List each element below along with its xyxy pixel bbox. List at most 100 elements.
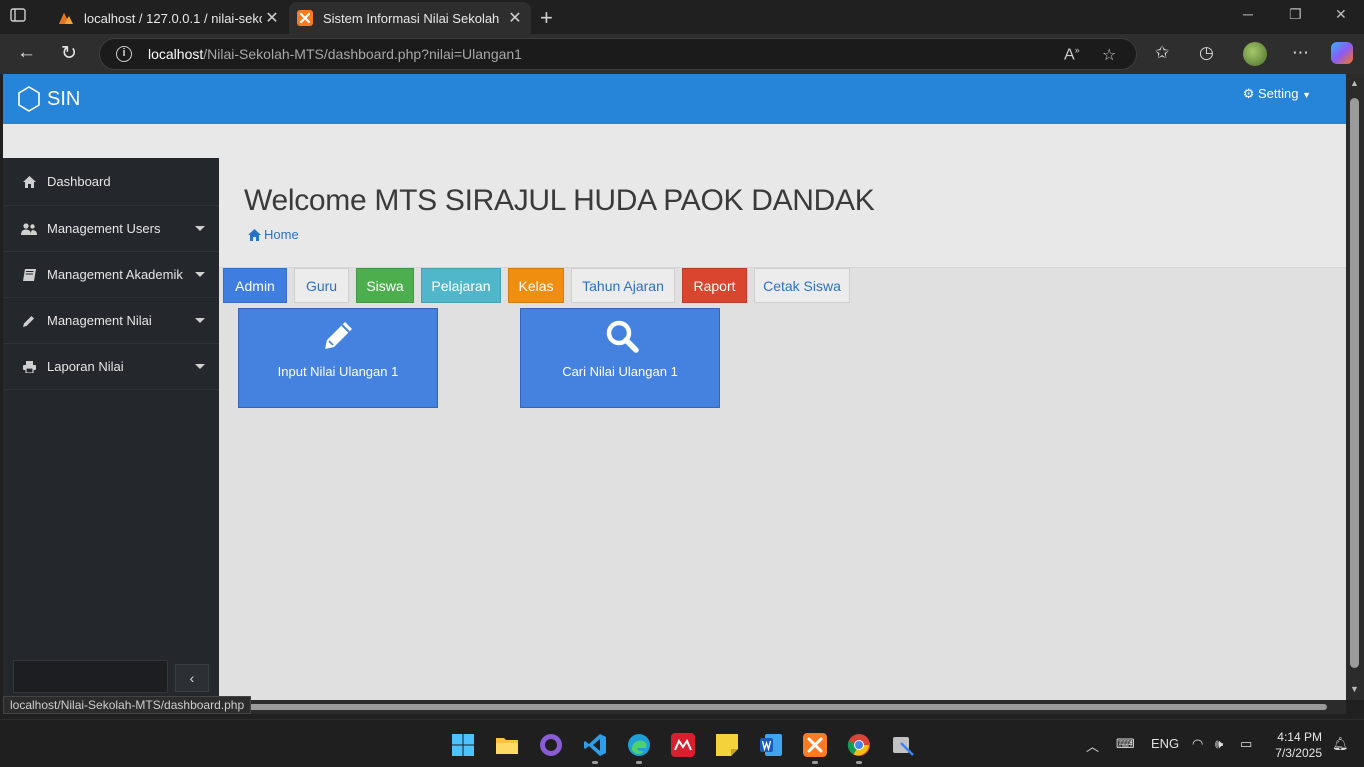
sidebar-item-label: Dashboard bbox=[47, 174, 111, 189]
battery-icon[interactable]: ▭ bbox=[1240, 736, 1252, 752]
favorites-icon[interactable]: ✩ bbox=[1155, 43, 1169, 63]
windows-start-icon[interactable] bbox=[451, 733, 475, 757]
favorite-star-icon[interactable]: ☆ bbox=[1102, 45, 1116, 65]
sub-header-strip bbox=[3, 124, 1346, 158]
sticky-notes-icon[interactable] bbox=[715, 733, 739, 757]
caret-down-icon bbox=[195, 364, 205, 369]
xampp-favicon-icon bbox=[297, 10, 313, 26]
phpmyadmin-favicon-icon bbox=[59, 13, 73, 24]
address-url[interactable]: localhost/Nilai-Sekolah-MTS/dashboard.ph… bbox=[148, 46, 522, 62]
input-language[interactable]: ENG bbox=[1151, 736, 1179, 751]
notification-bell-icon[interactable]: 🔔︎ bbox=[1332, 736, 1349, 752]
kelas-button[interactable]: Kelas bbox=[508, 268, 564, 303]
sidebar-item-dashboard[interactable]: Dashboard bbox=[3, 158, 219, 206]
tab-actions-icon[interactable] bbox=[10, 8, 36, 28]
breadcrumb-home[interactable]: Home bbox=[264, 227, 299, 242]
back-icon[interactable]: ← bbox=[17, 42, 36, 64]
page-viewport: SIN ⚙ Setting ▼ Dashboard Management Use… bbox=[3, 74, 1346, 700]
cari-nilai-tile[interactable]: Cari Nilai Ulangan 1 bbox=[520, 308, 720, 408]
copilot-icon[interactable] bbox=[1331, 42, 1353, 64]
book-icon bbox=[21, 268, 37, 282]
chrome-icon[interactable] bbox=[847, 733, 871, 757]
page-header: Welcome MTS SIRAJUL HUDA PAOK DANDAK Hom… bbox=[219, 158, 1346, 268]
brand-name: SIN bbox=[47, 87, 81, 110]
tile-label: Cari Nilai Ulangan 1 bbox=[562, 364, 678, 379]
address-bar[interactable]: i localhost/Nilai-Sekolah-MTS/dashboard.… bbox=[99, 38, 1137, 70]
running-indicator bbox=[592, 761, 598, 764]
more-menu-icon[interactable]: ⋯ bbox=[1292, 43, 1309, 63]
minimize-icon[interactable]: ─ bbox=[1243, 6, 1253, 22]
raport-button[interactable]: Raport bbox=[682, 268, 747, 303]
page-title: Welcome MTS SIRAJUL HUDA PAOK DANDAK bbox=[244, 184, 875, 217]
clock-time: 4:14 PM bbox=[1277, 730, 1322, 744]
pencil-icon bbox=[325, 322, 352, 349]
show-hidden-icons[interactable]: ︿ bbox=[1086, 736, 1099, 755]
word-icon[interactable] bbox=[759, 733, 783, 757]
wifi-icon[interactable]: ◠ bbox=[1192, 736, 1203, 752]
keyboard-icon[interactable]: ⌨ bbox=[1116, 736, 1135, 752]
file-explorer-icon[interactable] bbox=[495, 733, 519, 757]
guru-button[interactable]: Guru bbox=[294, 268, 349, 303]
read-aloud-icon[interactable]: A» bbox=[1064, 45, 1080, 64]
main-content: Welcome MTS SIRAJUL HUDA PAOK DANDAK Hom… bbox=[219, 158, 1346, 700]
sidebar-item-management-akademik[interactable]: Management Akademik bbox=[3, 252, 219, 298]
tab-title: localhost / 127.0.0.1 / nilai-sekolah bbox=[84, 10, 262, 26]
profile-avatar[interactable] bbox=[1243, 42, 1267, 66]
setting-dropdown[interactable]: ⚙ Setting ▼ bbox=[1243, 86, 1311, 102]
xampp-icon[interactable] bbox=[803, 733, 827, 757]
close-window-icon[interactable]: ✕ bbox=[1335, 6, 1347, 23]
github-desktop-icon[interactable] bbox=[539, 733, 563, 757]
scroll-up-icon[interactable]: ▲ bbox=[1350, 78, 1359, 88]
breadcrumb[interactable]: Home bbox=[248, 227, 299, 242]
top-navbar: SIN ⚙ Setting ▼ bbox=[3, 74, 1346, 124]
system-clock[interactable]: 4:14 PM 7/3/2025 bbox=[1268, 729, 1322, 761]
link-status-bubble: localhost/Nilai-Sekolah-MTS/dashboard.ph… bbox=[3, 696, 252, 714]
sidebar-item-laporan-nilai[interactable]: Laporan Nilai bbox=[3, 344, 219, 390]
gear-icon: ⚙ bbox=[1242, 86, 1255, 101]
caret-down-icon bbox=[195, 318, 205, 323]
vertical-scrollbar[interactable]: ▲ ▼ bbox=[1346, 74, 1364, 700]
volume-icon[interactable]: 🕪 bbox=[1215, 736, 1223, 752]
running-indicator bbox=[636, 761, 642, 764]
sidebar-item-management-users[interactable]: Management Users bbox=[3, 206, 219, 252]
windows-taskbar: ︿ ⌨ ENG ◠ 🕪 ▭ 4:14 PM 7/3/2025 🔔︎ bbox=[0, 719, 1364, 767]
caret-down-icon bbox=[195, 226, 205, 231]
edge-icon[interactable] bbox=[627, 733, 651, 757]
browser-toolbar: ← ↻ i localhost/Nilai-Sekolah-MTS/dashbo… bbox=[0, 34, 1364, 74]
siswa-button[interactable]: Siswa bbox=[356, 268, 414, 303]
input-nilai-tile[interactable]: Input Nilai Ulangan 1 bbox=[238, 308, 438, 408]
new-tab-icon[interactable]: + bbox=[540, 5, 553, 31]
tile-label: Input Nilai Ulangan 1 bbox=[277, 364, 399, 379]
sidebar-item-label: Laporan Nilai bbox=[47, 359, 124, 374]
pencil-icon bbox=[21, 314, 37, 328]
scroll-down-icon[interactable]: ▼ bbox=[1350, 684, 1359, 694]
tab-sistem-informasi[interactable]: Sistem Informasi Nilai Sekolah ✕ bbox=[289, 2, 531, 34]
close-tab-icon[interactable]: ✕ bbox=[505, 8, 525, 28]
vscode-icon[interactable] bbox=[583, 733, 607, 757]
pelajaran-button[interactable]: Pelajaran bbox=[421, 268, 501, 303]
history-icon[interactable]: ◷ bbox=[1199, 43, 1214, 63]
close-tab-icon[interactable]: ✕ bbox=[262, 8, 282, 28]
site-info-icon[interactable]: i bbox=[116, 46, 132, 62]
sidebar-search-input[interactable] bbox=[13, 660, 168, 693]
sidebar-collapse-button[interactable]: ‹ bbox=[175, 664, 209, 692]
running-indicator bbox=[856, 761, 862, 764]
mendeley-icon[interactable] bbox=[671, 733, 695, 757]
clock-date: 7/3/2025 bbox=[1275, 746, 1322, 760]
search-icon bbox=[606, 320, 639, 353]
brand[interactable]: SIN bbox=[17, 86, 80, 112]
running-indicator bbox=[812, 761, 818, 764]
sidebar-item-label: Management Nilai bbox=[47, 313, 152, 328]
scrollbar-thumb[interactable] bbox=[1350, 98, 1359, 668]
admin-button[interactable]: Admin bbox=[223, 268, 287, 303]
snipping-tool-icon[interactable] bbox=[891, 733, 915, 757]
browser-tab-strip: localhost / 127.0.0.1 / nilai-sekolah ✕ … bbox=[0, 0, 1364, 34]
tahun-ajaran-button[interactable]: Tahun Ajaran bbox=[571, 268, 675, 303]
tab-phpmyadmin[interactable]: localhost / 127.0.0.1 / nilai-sekolah ✕ bbox=[50, 2, 288, 34]
restore-icon[interactable]: ❐ bbox=[1289, 6, 1302, 23]
reload-icon[interactable]: ↻ bbox=[61, 42, 77, 65]
cetak-siswa-button[interactable]: Cetak Siswa bbox=[754, 268, 850, 303]
home-icon bbox=[248, 228, 261, 241]
sidebar-item-management-nilai[interactable]: Management Nilai bbox=[3, 298, 219, 344]
users-icon bbox=[21, 222, 37, 236]
